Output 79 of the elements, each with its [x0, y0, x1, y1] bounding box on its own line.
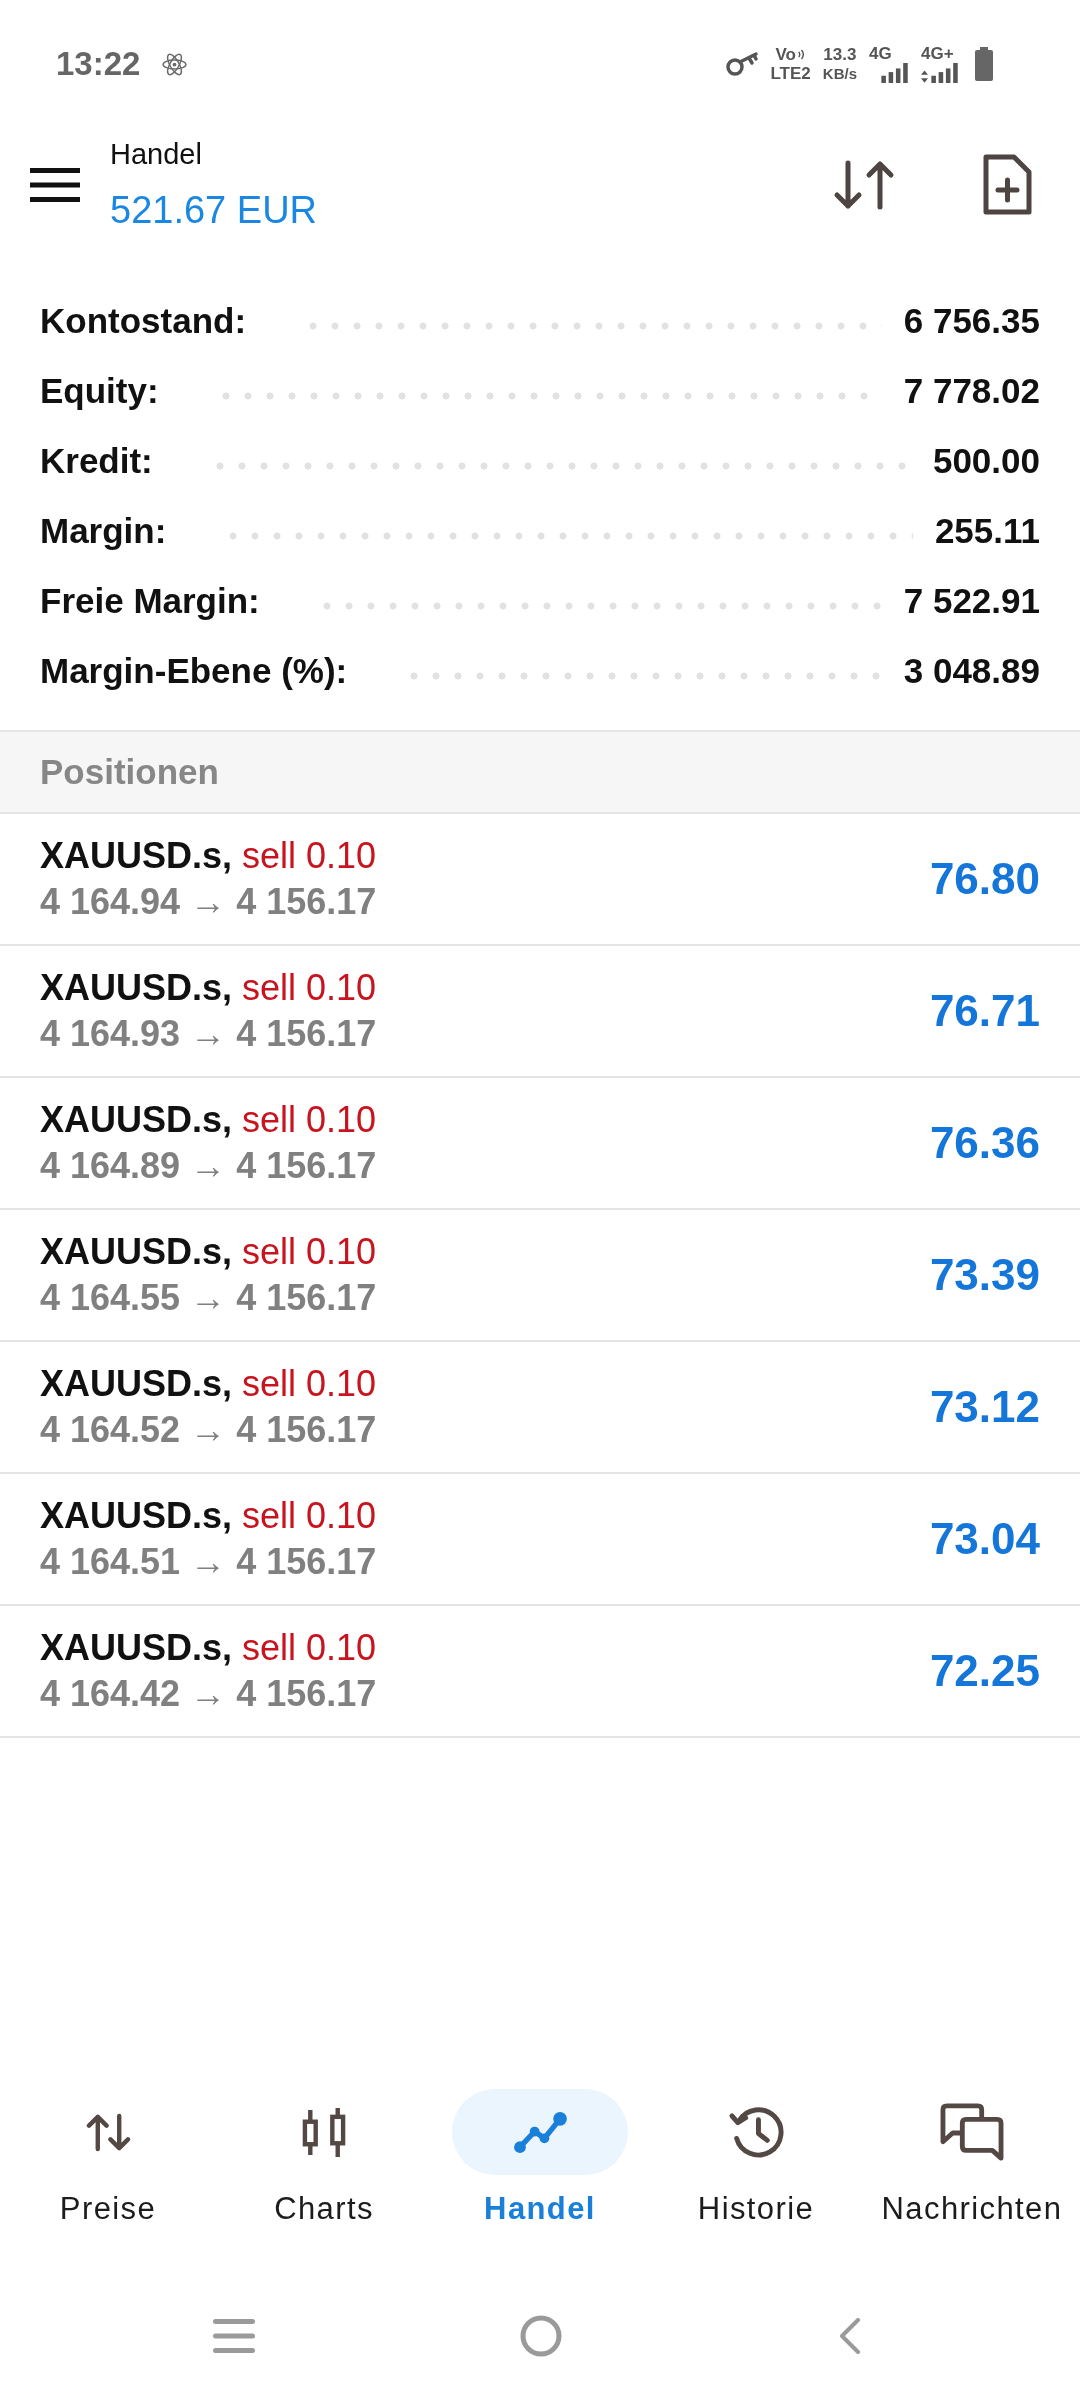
- profit-value: 76.36: [929, 1118, 1040, 1168]
- screen-title: Handel: [110, 137, 203, 172]
- profit-value: 73.39: [929, 1250, 1040, 1300]
- order-side: sell 0.10: [242, 1626, 377, 1670]
- account-value: 7 522.91: [903, 581, 1040, 621]
- atom-icon: [162, 51, 188, 77]
- positions-header: Positionen: [0, 730, 1080, 814]
- symbol-name: XAUUSD.s,: [40, 1494, 233, 1538]
- position-row[interactable]: XAUUSD.s, sell 0.10 4 164.42 → 4 156.17 72.25: [0, 1606, 1080, 1738]
- signal-bars-icon: [881, 63, 909, 83]
- up-down-arrows-icon: [85, 2112, 131, 2152]
- call-waves-icon: [796, 48, 806, 61]
- order-side: sell 0.10: [242, 1362, 377, 1406]
- account-label: Equity:: [40, 371, 159, 411]
- position-row[interactable]: XAUUSD.s, sell 0.10 4 164.89 → 4 156.17 76.36: [0, 1078, 1080, 1210]
- volte-label: Vo: [775, 45, 796, 64]
- price-change: 4 164.93 → 4 156.17: [40, 1012, 377, 1056]
- position-row[interactable]: XAUUSD.s, sell 0.10 4 164.51 → 4 156.17 73.04: [0, 1474, 1080, 1606]
- order-side: sell 0.10: [242, 966, 377, 1010]
- profit-value: 73.12: [929, 1382, 1040, 1432]
- menu-icon[interactable]: [30, 168, 80, 202]
- symbol-name: XAUUSD.s,: [40, 834, 233, 878]
- position-row[interactable]: XAUUSD.s, sell 0.10 4 164.55 → 4 156.17 73.39: [0, 1210, 1080, 1342]
- account-label: Kredit:: [40, 441, 153, 481]
- status-time: 13:22: [56, 45, 141, 83]
- account-value: 3 048.89: [903, 651, 1040, 691]
- symbol-name: XAUUSD.s,: [40, 1362, 233, 1406]
- order-side: sell 0.10: [242, 1494, 377, 1538]
- price-change: 4 164.55 → 4 156.17: [40, 1276, 377, 1320]
- account-value: 255.11: [934, 511, 1040, 551]
- data-speed-unit: KB/s: [822, 64, 857, 83]
- symbol-name: XAUUSD.s,: [40, 1098, 233, 1142]
- chat-bubbles-icon: [939, 2102, 1005, 2162]
- recent-apps-icon[interactable]: [213, 2319, 255, 2353]
- price-change: 4 164.52 → 4 156.17: [40, 1408, 377, 1452]
- data-speed: 13.3: [823, 45, 857, 64]
- profit-value: 76.71: [929, 986, 1040, 1036]
- profit-value: 76.80: [929, 854, 1040, 904]
- account-value: 6 756.35: [903, 301, 1040, 341]
- line-chart-icon: [512, 2110, 568, 2154]
- battery-icon: [975, 47, 993, 81]
- account-value: 7 778.02: [903, 371, 1040, 411]
- new-document-icon[interactable]: [981, 154, 1033, 216]
- back-icon[interactable]: [838, 2318, 862, 2354]
- account-value: 500.00: [932, 441, 1040, 481]
- profit-value: 73.04: [929, 1514, 1040, 1564]
- account-label: Kontostand:: [40, 301, 247, 341]
- sim-network-label: 4G+: [921, 45, 954, 63]
- account-label: Freie Margin:: [40, 581, 260, 621]
- nav-tab[interactable]: Handel: [432, 2089, 648, 2260]
- order-side: sell 0.10: [242, 834, 377, 878]
- symbol-name: XAUUSD.s,: [40, 966, 233, 1010]
- signal-bars-icon: [931, 63, 959, 83]
- position-row[interactable]: XAUUSD.s, sell 0.10 4 164.94 → 4 156.17 76.80: [0, 814, 1080, 946]
- account-label: Margin:: [40, 511, 167, 551]
- nav-tab[interactable]: Preise: [0, 2089, 216, 2260]
- data-activity-icon: [921, 70, 928, 83]
- symbol-name: XAUUSD.s,: [40, 1230, 233, 1274]
- price-change: 4 164.89 → 4 156.17: [40, 1144, 377, 1188]
- order-side: sell 0.10: [242, 1098, 377, 1142]
- symbol-name: XAUUSD.s,: [40, 1626, 233, 1670]
- price-change: 4 164.94 → 4 156.17: [40, 880, 377, 924]
- profit-value: 72.25: [929, 1646, 1040, 1696]
- home-icon[interactable]: [520, 2315, 562, 2357]
- network-type-label: LTE2: [770, 64, 811, 83]
- nav-tab[interactable]: Charts: [216, 2089, 432, 2260]
- price-change: 4 164.42 → 4 156.17: [40, 1672, 377, 1716]
- nav-tab[interactable]: Historie: [648, 2089, 864, 2260]
- account-label: Margin-Ebene (%):: [40, 651, 348, 691]
- position-row[interactable]: XAUUSD.s, sell 0.10 4 164.93 → 4 156.17 76.71: [0, 946, 1080, 1078]
- nav-tab[interactable]: Nachrichten: [864, 2089, 1080, 2260]
- price-change: 4 164.51 → 4 156.17: [40, 1540, 377, 1584]
- sort-arrows-icon[interactable]: [833, 160, 895, 210]
- candlestick-icon: [300, 2106, 348, 2158]
- balance-amount: 521.67 EUR: [110, 188, 317, 233]
- key-icon: [724, 51, 759, 77]
- position-row[interactable]: XAUUSD.s, sell 0.10 4 164.52 → 4 156.17 73.12: [0, 1342, 1080, 1474]
- sim-network-label: 4G: [869, 45, 892, 63]
- order-side: sell 0.10: [242, 1230, 377, 1274]
